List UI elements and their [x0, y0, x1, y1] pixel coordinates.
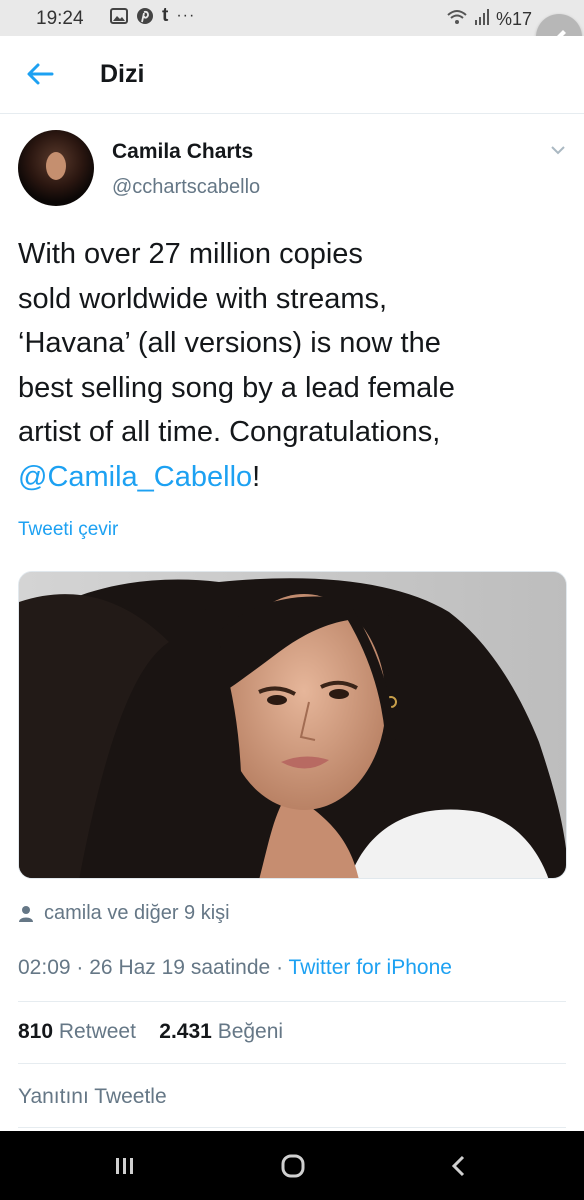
system-nav-bar	[0, 1131, 584, 1200]
status-bar: 19:24 t ··· %17	[0, 0, 584, 36]
recent-apps-icon	[116, 1158, 133, 1174]
wifi-icon	[446, 8, 468, 31]
notification-icons: t ···	[110, 5, 196, 26]
home-icon	[281, 1154, 305, 1178]
tweet-source-link[interactable]: Twitter for iPhone	[289, 956, 452, 979]
chevron-down-icon[interactable]	[550, 142, 566, 158]
tweet-text-line-mention: @Camila_Cabello!	[18, 455, 566, 500]
back-button[interactable]	[24, 58, 56, 90]
mention-link[interactable]: @Camila_Cabello	[18, 461, 252, 493]
separator: ·	[276, 956, 284, 979]
divider	[18, 1001, 566, 1002]
system-back-button[interactable]	[444, 1153, 474, 1179]
tweet-text-line: best selling song by a lead female	[18, 371, 455, 404]
back-arrow-icon	[27, 63, 54, 85]
retweet-label: Retweet	[58, 1020, 136, 1043]
tagged-people-text: camila ve diğer 9 kişi	[44, 902, 230, 924]
system-icons: %17	[446, 8, 532, 31]
tumblr-icon: t	[162, 5, 169, 26]
tagged-people[interactable]: camila ve diğer 9 kişi	[18, 902, 230, 925]
retweets-stat[interactable]: 810 Retweet	[18, 1020, 136, 1043]
author-display-name[interactable]: Camila Charts	[112, 140, 253, 164]
app-header: Dizi	[0, 36, 584, 114]
tweet-time: 02:09	[18, 956, 71, 979]
tweet-text-line: sold worldwide with streams,	[18, 282, 388, 315]
portrait-photo	[19, 572, 566, 878]
status-time: 19:24	[36, 8, 84, 29]
like-count: 2.431	[159, 1020, 212, 1043]
avatar-face	[46, 152, 66, 180]
person-icon	[19, 905, 33, 922]
tweet-text-line: ‘Havana’ (all versions) is now the	[18, 327, 441, 359]
battery-percent: %17	[496, 9, 533, 29]
tweet-stats: 810 Retweet 2.431 Beğeni	[18, 1020, 283, 1044]
tweet-date: 26 Haz 19 saatinde	[89, 956, 271, 979]
divider	[18, 1127, 566, 1128]
more-notifications-icon: ···	[176, 7, 196, 24]
tweet-text: With over 27 million copies sold worldwi…	[18, 232, 566, 499]
tweet-photo[interactable]	[18, 571, 567, 879]
retweet-count: 810	[18, 1020, 54, 1043]
tweet-timestamp: 02:09 · 26 Haz 19 saatinde · Twitter for…	[18, 956, 452, 980]
home-button[interactable]	[278, 1153, 308, 1179]
mention-suffix: !	[252, 460, 261, 493]
divider	[18, 1063, 566, 1064]
reply-input[interactable]: Yanıtını Tweetle	[18, 1085, 167, 1109]
page-title: Dizi	[100, 60, 145, 88]
tweet-text-line: artist of all time. Congratulations,	[18, 416, 441, 448]
separator: ·	[76, 956, 84, 979]
author-handle[interactable]: @cchartscabello	[112, 176, 260, 199]
image-icon	[110, 7, 128, 25]
translate-tweet-link[interactable]: Tweeti çevir	[18, 519, 118, 541]
likes-stat[interactable]: 2.431 Beğeni	[159, 1020, 283, 1043]
like-label: Beğeni	[217, 1020, 284, 1043]
pinterest-icon	[136, 7, 154, 25]
chevron-left-icon	[451, 1155, 465, 1177]
avatar[interactable]	[18, 130, 94, 206]
tweet-text-line: With over 27 million copies	[18, 238, 363, 270]
recent-apps-button[interactable]	[110, 1153, 140, 1179]
signal-icon	[474, 8, 490, 31]
